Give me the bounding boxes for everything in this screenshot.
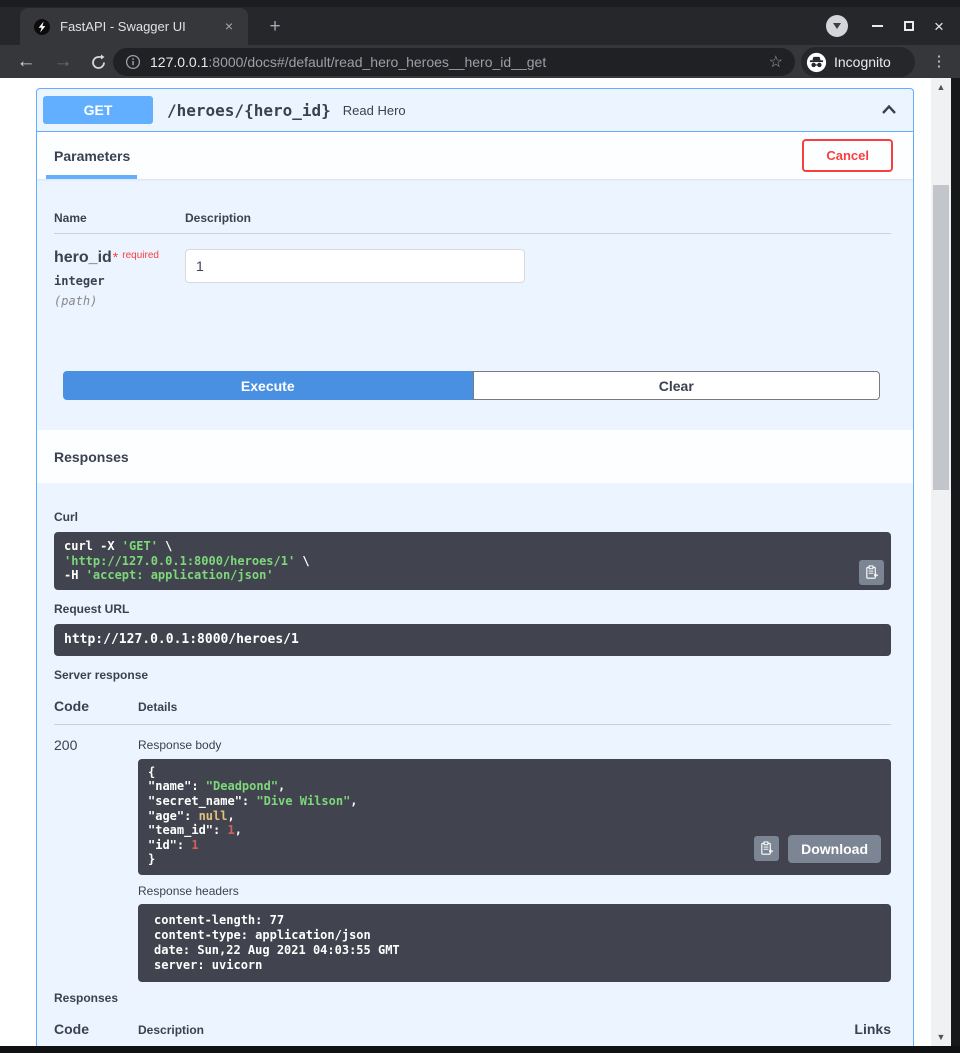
- browser-tab[interactable]: FastAPI - Swagger UI ×: [20, 8, 248, 45]
- parameter-description-cell: [185, 249, 525, 308]
- tab-title: FastAPI - Swagger UI: [60, 19, 220, 34]
- clear-button[interactable]: Clear: [473, 371, 880, 400]
- parameters-table: Name Description hero_id* required intege…: [37, 179, 913, 308]
- execute-wrapper: Execute Clear: [37, 308, 913, 400]
- opblock-header[interactable]: GET /heroes/{hero_id} Read Hero: [37, 89, 913, 132]
- scrollbar-thumb[interactable]: [933, 185, 949, 490]
- incognito-badge: Incognito: [801, 47, 915, 77]
- parameter-location: (path): [54, 294, 185, 308]
- browser-caret-button[interactable]: [826, 15, 848, 37]
- cancel-button[interactable]: Cancel: [802, 139, 893, 172]
- required-asterisk: *: [113, 249, 118, 265]
- code-column-header: Code: [54, 1021, 138, 1037]
- endpoint-summary: Read Hero: [343, 103, 406, 118]
- parameter-name: hero_id: [54, 249, 112, 266]
- window-top-strip: [0, 0, 960, 7]
- method-badge: GET: [43, 96, 153, 124]
- fastapi-favicon-icon: [34, 19, 50, 35]
- new-tab-button[interactable]: +: [262, 14, 288, 40]
- minimize-button[interactable]: [865, 14, 889, 38]
- maximize-icon: [904, 21, 914, 31]
- server-response-table-head: Code Details: [54, 698, 891, 725]
- opblock-get: GET /heroes/{hero_id} Read Hero Paramete…: [36, 88, 914, 1046]
- incognito-label: Incognito: [834, 54, 891, 70]
- chevron-up-icon[interactable]: [879, 100, 899, 120]
- page-scrollbar[interactable]: ▲ ▼: [931, 78, 951, 1046]
- reload-icon: [90, 54, 107, 71]
- browser-menu-button[interactable]: ⋮: [927, 49, 951, 75]
- status-code: 200: [54, 737, 138, 982]
- bookmark-star-icon[interactable]: ☆: [769, 52, 783, 72]
- minimize-icon: [872, 25, 883, 27]
- info-icon[interactable]: [125, 54, 141, 70]
- incognito-icon: [806, 52, 827, 73]
- response-headers-text: content-length: 77content-type: applicat…: [154, 913, 875, 973]
- request-url-label: Request URL: [54, 602, 891, 616]
- curl-label: Curl: [54, 510, 891, 524]
- tab-parameters: Parameters: [54, 132, 130, 179]
- parameters-section-header: Parameters Cancel: [37, 132, 913, 179]
- clipboard-icon: [759, 841, 774, 856]
- close-window-button[interactable]: ×: [927, 14, 951, 38]
- response-body-buttons: Download: [754, 835, 881, 863]
- documented-responses-label: Responses: [54, 991, 891, 1005]
- spacer: [37, 400, 913, 430]
- swagger-page: GET /heroes/{hero_id} Read Hero Paramete…: [0, 78, 951, 1046]
- url-bar[interactable]: 127.0.0.1:8000/docs#/default/read_hero_h…: [113, 48, 795, 76]
- reload-button[interactable]: [85, 49, 111, 75]
- details-column-header: Details: [138, 700, 891, 714]
- description-column-header: Description: [138, 1023, 854, 1037]
- response-body-block: { "name": "Deadpond", "secret_name": "Di…: [138, 759, 891, 875]
- links-column-header: Links: [854, 1021, 891, 1037]
- url-path: :8000/docs#/default/read_hero_heroes__he…: [208, 54, 546, 70]
- request-url-text: http://127.0.0.1:8000/heroes/1: [64, 633, 881, 647]
- copy-response-button[interactable]: [754, 836, 779, 861]
- name-column-header: Name: [54, 211, 185, 225]
- code-column-header: Code: [54, 698, 138, 714]
- curl-command-block: curl -X 'GET' \ 'http://127.0.0.1:8000/h…: [54, 532, 891, 590]
- copy-curl-button[interactable]: [859, 560, 884, 585]
- response-details-cell: Response body { "name": "Deadpond", "sec…: [138, 737, 891, 982]
- parameter-meta: hero_id* required integer (path): [54, 249, 185, 308]
- parameter-type: integer: [54, 274, 185, 288]
- endpoint-path: /heroes/{hero_id}: [167, 101, 331, 120]
- responses-title: Responses: [54, 449, 129, 465]
- caret-down-icon: [833, 23, 841, 29]
- maximize-button[interactable]: [897, 14, 921, 38]
- browser-toolbar: ← → 127.0.0.1:8000/docs#/default/read_he…: [0, 45, 960, 78]
- url-text[interactable]: 127.0.0.1:8000/docs#/default/read_hero_h…: [150, 54, 761, 70]
- window-bottom-edge: [0, 1046, 960, 1053]
- parameters-table-head: Name Description: [54, 211, 891, 234]
- download-button[interactable]: Download: [788, 835, 881, 863]
- responses-body: Curl curl -X 'GET' \ 'http://127.0.0.1:8…: [37, 510, 913, 1046]
- execute-button[interactable]: Execute: [63, 371, 473, 400]
- responses-section-header: Responses: [37, 430, 913, 483]
- documented-responses-table-head: Code Description Links: [54, 1021, 891, 1046]
- browser-window: FastAPI - Swagger UI × + × ← → 127.0.0.1…: [0, 0, 960, 1053]
- description-column-header: Description: [185, 211, 891, 225]
- close-icon: ×: [934, 18, 944, 35]
- response-headers-label: Response headers: [138, 884, 891, 898]
- scroll-up-icon[interactable]: ▲: [931, 79, 951, 95]
- hero-id-input[interactable]: [185, 249, 525, 283]
- window-right-edge: [951, 78, 960, 1053]
- back-button[interactable]: ←: [13, 49, 39, 75]
- tab-bar: FastAPI - Swagger UI × + ×: [0, 0, 960, 45]
- server-response-label: Server response: [54, 668, 891, 682]
- request-url-block: http://127.0.0.1:8000/heroes/1: [54, 624, 891, 656]
- scroll-down-icon[interactable]: ▼: [931, 1029, 951, 1045]
- response-body-label: Response body: [138, 738, 891, 752]
- tab-close-icon[interactable]: ×: [220, 18, 238, 36]
- server-response-row: 200 Response body { "name": "Deadpond", …: [54, 737, 891, 982]
- required-label: required: [122, 250, 159, 261]
- url-host: 127.0.0.1: [150, 54, 208, 70]
- parameter-row: hero_id* required integer (path): [54, 249, 891, 308]
- forward-button[interactable]: →: [50, 49, 76, 75]
- clipboard-icon: [864, 565, 879, 580]
- curl-command-text: curl -X 'GET' \ 'http://127.0.0.1:8000/h…: [64, 539, 881, 583]
- response-headers-block: content-length: 77content-type: applicat…: [138, 904, 891, 982]
